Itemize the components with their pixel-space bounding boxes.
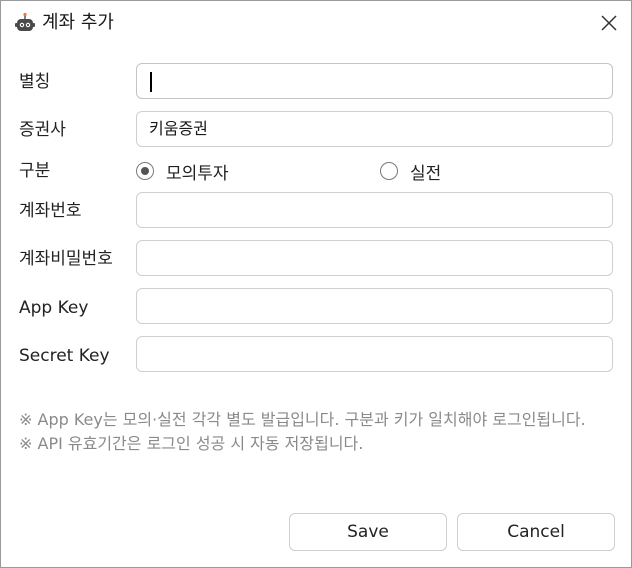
broker-input[interactable]: 키움증권 <box>136 111 613 147</box>
account-password-input[interactable] <box>136 240 613 276</box>
app-key-input[interactable] <box>136 288 613 324</box>
secret-key-input[interactable] <box>136 336 613 372</box>
radio-mock-trading[interactable]: 모의투자 <box>136 159 229 184</box>
account-password-label: 계좌비밀번호 <box>19 249 113 269</box>
account-number-label: 계좌번호 <box>19 201 82 221</box>
broker-value: 키움증권 <box>149 119 208 138</box>
dialog-title: 계좌 추가 <box>42 12 114 33</box>
cancel-button[interactable]: Cancel <box>457 513 615 551</box>
alias-label: 별칭 <box>19 72 51 92</box>
close-icon <box>601 15 617 31</box>
secret-key-label: Secret Key <box>19 346 110 366</box>
radio-real-trading[interactable]: 실전 <box>380 159 442 184</box>
app-key-label: App Key <box>19 298 89 318</box>
radio-mock-trading-label: 모의투자 <box>166 163 229 184</box>
type-label: 구분 <box>19 161 51 181</box>
note-api-expiry: ※ API 유효기간은 로그인 성공 시 자동 저장됩니다. <box>19 434 364 453</box>
radio-circle-checked <box>136 162 154 180</box>
text-caret <box>150 72 152 92</box>
note-app-key: ※ App Key는 모의·실전 각각 별도 발급입니다. 구분과 키가 일치해… <box>19 410 586 429</box>
robot-icon <box>15 12 35 31</box>
account-number-input[interactable] <box>136 192 613 228</box>
broker-label: 증권사 <box>19 120 66 140</box>
help-notes: ※ App Key는 모의·실전 각각 별도 발급입니다. 구분과 키가 일치해… <box>19 408 609 456</box>
alias-input[interactable] <box>136 63 613 99</box>
close-button[interactable] <box>593 7 625 39</box>
title-bar: 계좌 추가 <box>1 1 631 45</box>
radio-dot <box>141 167 149 175</box>
save-button[interactable]: Save <box>289 513 447 551</box>
radio-circle-unchecked <box>380 162 398 180</box>
account-add-dialog: 계좌 추가 별칭 증권사 키움증권 구분 모의투자 실전 계좌번호 계좌비밀번호 <box>0 0 632 568</box>
radio-real-trading-label: 실전 <box>410 163 442 184</box>
